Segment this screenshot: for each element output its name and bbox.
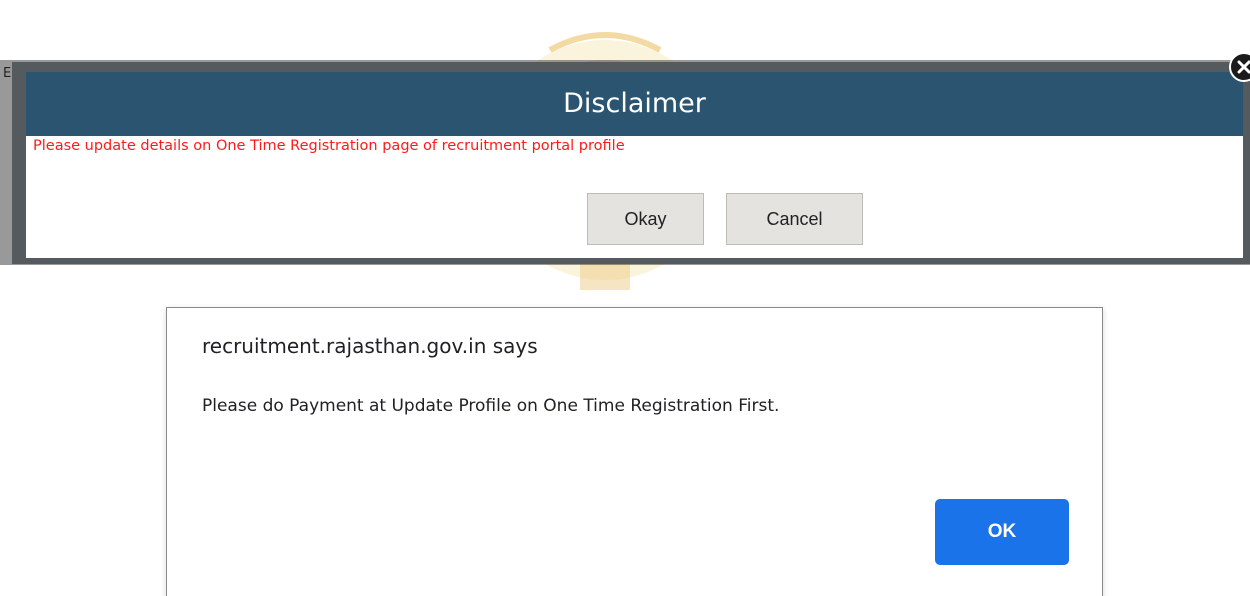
cancel-button[interactable]: Cancel xyxy=(726,193,863,245)
browser-alert-dialog: recruitment.rajasthan.gov.in says Please… xyxy=(166,307,1103,596)
close-icon[interactable] xyxy=(1229,52,1250,82)
disclaimer-title: Disclaimer xyxy=(26,72,1243,136)
disclaimer-message: Please update details on One Time Regist… xyxy=(33,138,625,154)
alert-message: Please do Payment at Update Profile on O… xyxy=(202,396,780,416)
disclaimer-body: Disclaimer Please update details on One … xyxy=(26,72,1243,258)
disclaimer-dialog: Disclaimer Please update details on One … xyxy=(12,62,1250,264)
close-x-glyph xyxy=(1237,60,1250,74)
overlay-edge-text: E xyxy=(3,66,12,81)
okay-button[interactable]: Okay xyxy=(587,193,704,245)
browser-page: E Disclaimer Please update details on On… xyxy=(0,0,1250,596)
ok-button[interactable]: OK xyxy=(935,499,1069,565)
alert-title: recruitment.rajasthan.gov.in says xyxy=(202,334,538,358)
